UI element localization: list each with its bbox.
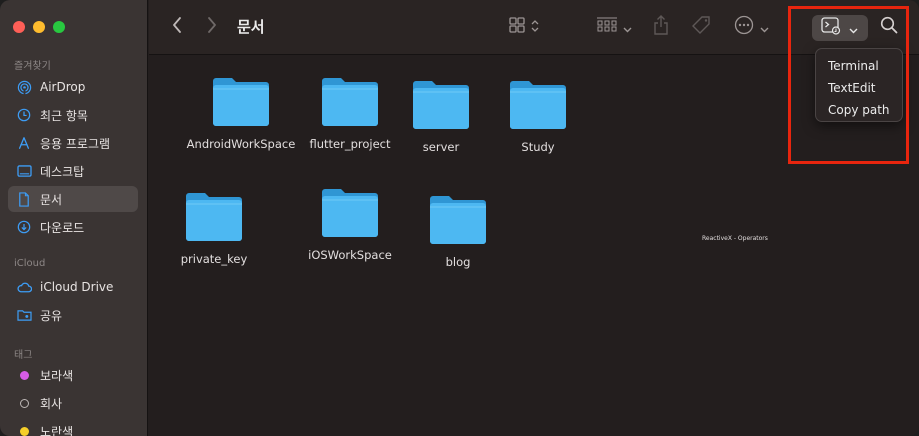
folder-icon xyxy=(428,193,488,245)
folder-icon xyxy=(211,75,271,127)
sidebar-item-label: 최근 항목 xyxy=(40,108,88,123)
highlight-box xyxy=(788,6,909,164)
folder-icon xyxy=(320,75,380,127)
chevron-left-icon xyxy=(172,17,182,37)
folder-icon xyxy=(320,186,380,238)
folder-name: blog xyxy=(445,255,471,269)
back-button[interactable] xyxy=(167,17,187,37)
folder-name: private_key xyxy=(180,252,248,266)
share-icon xyxy=(653,15,669,39)
sidebar-item-airdrop[interactable]: AirDrop xyxy=(8,74,138,100)
favorites-section-title: 즐겨찾기 xyxy=(14,61,51,72)
more-actions-button[interactable] xyxy=(734,15,769,39)
finder-window: 즐겨찾기 AirDrop 최근 항목 응용 프로그램 데스크탑 문서 다운로드 … xyxy=(0,0,919,436)
sidebar-item-recents[interactable]: 최근 항목 xyxy=(8,102,138,128)
sidebar-item-icloud-drive[interactable]: iCloud Drive xyxy=(8,274,138,300)
folder-name: Study xyxy=(521,140,555,154)
floating-caption: ReactiveX - Operators xyxy=(702,235,768,242)
grid-view-icon xyxy=(509,17,525,37)
applications-icon xyxy=(16,135,32,151)
folder-icon xyxy=(508,78,568,130)
sidebar-item-label: AirDrop xyxy=(40,80,86,94)
group-by-button[interactable] xyxy=(597,16,632,38)
sidebar-item-label: 응용 프로그램 xyxy=(40,136,111,151)
sidebar-tag-purple[interactable]: 보라색 xyxy=(8,362,138,388)
sidebar-item-label: iCloud Drive xyxy=(40,280,114,294)
desktop-icon xyxy=(16,163,32,179)
folder-name: iOSWorkSpace xyxy=(308,248,392,262)
sidebar-tag-yellow[interactable]: 노란색 xyxy=(8,418,138,436)
folder-item[interactable]: server xyxy=(386,78,496,155)
group-by-icon xyxy=(597,17,617,37)
folder-item[interactable]: iOSWorkSpace xyxy=(295,186,405,263)
view-mode-button[interactable] xyxy=(509,16,539,38)
share-button[interactable] xyxy=(653,15,669,39)
forward-button[interactable] xyxy=(202,17,222,37)
shared-folder-icon xyxy=(16,307,32,323)
sidebar-item-label: 공유 xyxy=(40,308,63,323)
purple-tag-dot xyxy=(20,370,29,380)
document-icon xyxy=(16,191,32,207)
sidebar-item-label: 문서 xyxy=(40,192,63,207)
folder-item[interactable]: Study xyxy=(483,78,593,155)
sidebar-item-label: 데스크탑 xyxy=(40,164,85,179)
chevron-down-icon xyxy=(623,18,632,37)
folder-icon xyxy=(184,190,244,242)
sidebar: 즐겨찾기 AirDrop 최근 항목 응용 프로그램 데스크탑 문서 다운로드 … xyxy=(0,0,148,436)
chevron-right-icon xyxy=(207,17,217,37)
sidebar-tag-work[interactable]: 회사 xyxy=(8,390,138,416)
folder-item[interactable]: private_key xyxy=(159,190,269,267)
chevron-down-icon xyxy=(760,18,769,37)
window-controls xyxy=(13,21,65,33)
folder-name: server xyxy=(422,140,460,154)
yellow-tag-dot xyxy=(20,426,29,436)
minimize-window-button[interactable] xyxy=(33,21,45,33)
ellipsis-icon xyxy=(734,15,754,39)
folder-item[interactable]: AndroidWorkSpace xyxy=(186,75,296,152)
tag-icon xyxy=(692,15,712,39)
cloud-icon xyxy=(16,279,32,295)
sidebar-item-shared[interactable]: 공유 xyxy=(8,302,138,328)
sidebar-item-downloads[interactable]: 다운로드 xyxy=(8,214,138,240)
updown-chevron-icon xyxy=(531,18,539,37)
empty-tag-dot xyxy=(20,398,29,408)
sidebar-item-desktop[interactable]: 데스크탑 xyxy=(8,158,138,184)
icloud-section-title: iCloud xyxy=(14,258,46,269)
sidebar-item-documents[interactable]: 문서 xyxy=(8,186,138,212)
close-window-button[interactable] xyxy=(13,21,25,33)
folder-name: AndroidWorkSpace xyxy=(186,137,296,151)
sidebar-item-label: 노란색 xyxy=(40,424,74,436)
sidebar-item-applications[interactable]: 응용 프로그램 xyxy=(8,130,138,156)
sidebar-item-label: 회사 xyxy=(40,396,63,411)
window-title: 문서 xyxy=(237,18,265,36)
airdrop-icon xyxy=(16,79,32,95)
folder-item[interactable]: blog xyxy=(403,193,513,270)
tags-section-title: 태그 xyxy=(14,350,33,361)
tag-button[interactable] xyxy=(692,16,712,38)
sidebar-item-label: 다운로드 xyxy=(40,220,85,235)
download-icon xyxy=(16,219,32,235)
sidebar-item-label: 보라색 xyxy=(40,368,74,383)
folder-icon xyxy=(411,78,471,130)
clock-icon xyxy=(16,107,32,123)
zoom-window-button[interactable] xyxy=(53,21,65,33)
